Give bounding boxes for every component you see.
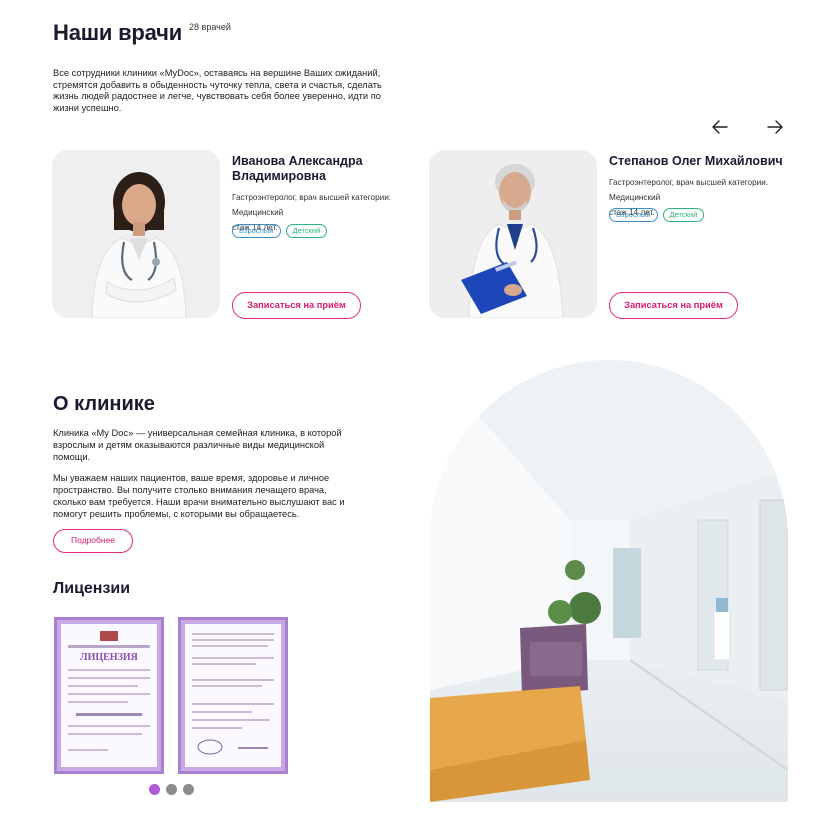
tag-adult: Взрослый (609, 208, 658, 222)
doctor-name: Степанов Олег Михайлович (609, 154, 783, 168)
doctor-specialty: Гастроэнтеролог, врач высшей категории. (232, 193, 392, 202)
about-paragraph-2: Мы уважаем наших пациентов, ваше время, … (53, 473, 345, 519)
pagination-dot[interactable] (183, 784, 194, 795)
clinic-photo (430, 360, 788, 802)
arrow-right-icon (767, 120, 783, 134)
doctor-photo (52, 150, 220, 318)
about-title: О клинике (53, 393, 155, 415)
prev-button[interactable] (711, 118, 729, 136)
doctors-intro: Все сотрудники клиники «MyDoc», оставаяс… (53, 68, 382, 114)
doctors-header: Наши врачи 28 врачей (53, 20, 231, 46)
doctor-photo (429, 150, 597, 318)
arrow-left-icon (712, 120, 728, 134)
pagination-dot[interactable] (166, 784, 177, 795)
book-appointment-button[interactable]: Записаться на приём (609, 292, 738, 319)
license-image[interactable] (178, 617, 288, 774)
tag-child: Детский (285, 224, 328, 238)
about-paragraph-1: Клиника «My Doc» — универсальная семейна… (53, 428, 342, 462)
book-appointment-button[interactable]: Записаться на приём (232, 292, 361, 319)
doctor-tags: Взрослый Детский (232, 224, 328, 238)
next-button[interactable] (766, 118, 784, 136)
license-pagination (149, 784, 194, 795)
doctors-count: 28 врачей (189, 22, 231, 32)
doctor-specialty: Гастроэнтеролог, врач высшей категории. (609, 178, 769, 187)
tag-adult: Взрослый (232, 224, 281, 238)
licenses-title: Лицензии (53, 580, 131, 597)
license-image[interactable]: ЛИЦЕНЗИЯ (54, 617, 164, 774)
license-heading: ЛИЦЕНЗИЯ (80, 652, 139, 663)
page-title: Наши врачи (53, 20, 183, 45)
doctor-name: Иванова Александра Владимировна (232, 154, 363, 183)
doctor-tags: Взрослый Детский (609, 208, 705, 222)
more-button[interactable]: Подробнее (53, 529, 133, 553)
tag-child: Детский (662, 208, 705, 222)
pagination-dot[interactable] (149, 784, 160, 795)
